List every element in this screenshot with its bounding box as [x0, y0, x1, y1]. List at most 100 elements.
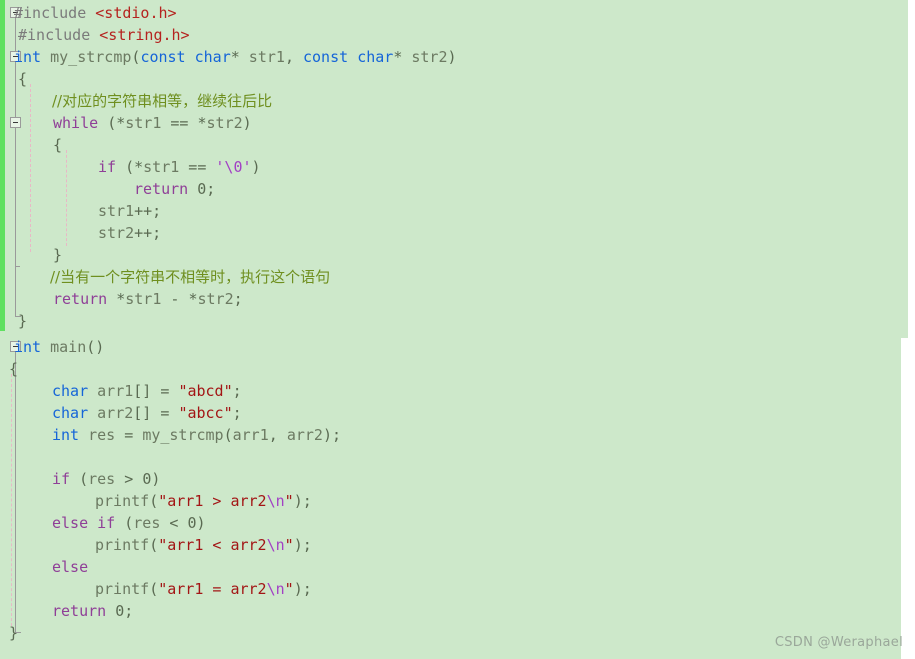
code-token: ;	[232, 404, 242, 422]
code-line[interactable]: }	[0, 244, 62, 266]
code-token: }	[53, 246, 63, 264]
code-line[interactable]: str1++;	[0, 200, 161, 222]
code-line[interactable]: int main()	[0, 336, 104, 358]
code-token: str1	[125, 114, 162, 132]
code-token: #include	[14, 4, 87, 22]
code-token: "	[284, 536, 294, 554]
code-token: printf	[95, 536, 150, 554]
code-token: [] =	[133, 382, 179, 400]
code-token: if	[97, 514, 116, 532]
code-token: )	[251, 158, 261, 176]
code-line[interactable]: return *str1 - *str2;	[0, 288, 243, 310]
code-token: [] =	[133, 404, 179, 422]
code-token: char	[357, 48, 394, 66]
code-token: int	[52, 426, 80, 444]
code-token: )	[242, 114, 252, 132]
code-line[interactable]: while (*str1 == *str2)	[0, 112, 252, 134]
code-token: str1	[143, 158, 180, 176]
code-token: char	[194, 48, 231, 66]
code-token: else	[52, 514, 89, 532]
code-token: (	[124, 514, 134, 532]
code-token: }	[18, 312, 28, 330]
code-token: ,	[284, 48, 303, 66]
code-token: if	[52, 470, 71, 488]
code-token: while	[53, 114, 99, 132]
code-token: )	[151, 470, 161, 488]
code-line[interactable]: printf("arr1 > arr2\n");	[0, 490, 312, 512]
code-token: ++;	[134, 202, 162, 220]
code-line[interactable]: #include <stdio.h>	[0, 2, 177, 24]
code-token: (	[149, 536, 159, 554]
code-token: {	[18, 70, 28, 88]
code-token: str2	[402, 48, 448, 66]
code-line[interactable]: #include <string.h>	[0, 24, 190, 46]
code-token: ;	[233, 290, 243, 308]
code-token: \n	[266, 536, 285, 554]
code-token: *	[393, 48, 403, 66]
code-line[interactable]: {	[0, 68, 27, 90]
code-token: str2	[197, 290, 234, 308]
code-line[interactable]	[0, 446, 52, 468]
code-token: my_strcmp	[41, 48, 132, 66]
code-token: );	[293, 536, 312, 554]
code-line[interactable]: if (*str1 == '\0')	[0, 156, 261, 178]
code-line[interactable]: char arr2[] = "abcc";	[0, 402, 242, 424]
code-line[interactable]: printf("arr1 = arr2\n");	[0, 578, 312, 600]
code-token: int	[14, 338, 42, 356]
code-token: "arr1 = arr2	[158, 580, 267, 598]
code-token: printf	[95, 580, 150, 598]
code-line[interactable]: int res = my_strcmp(arr1, arr2);	[0, 424, 341, 446]
code-token: "arr1 < arr2	[158, 536, 267, 554]
code-token: arr1	[88, 382, 134, 400]
code-line[interactable]: int my_strcmp(const char* str1, const ch…	[0, 46, 457, 68]
code-token: (	[79, 470, 89, 488]
code-token: "arr1 > arr2	[158, 492, 267, 510]
code-token: //当有一个字符串不相等时，执行这个语句	[50, 268, 331, 286]
code-line[interactable]: {	[0, 134, 62, 156]
code-token: <stdio.h>	[95, 4, 177, 22]
code-token: ++;	[134, 224, 162, 242]
code-line[interactable]: //当有一个字符串不相等时，执行这个语句	[0, 266, 330, 288]
code-line[interactable]: return 0;	[0, 178, 215, 200]
code-token: (	[149, 580, 159, 598]
code-token: <string.h>	[99, 26, 190, 44]
code-token: "abcd"	[178, 382, 233, 400]
code-line[interactable]: return 0;	[0, 600, 133, 622]
code-line[interactable]: }	[0, 622, 18, 644]
code-line[interactable]: {	[0, 358, 18, 380]
code-line[interactable]: else	[0, 556, 88, 578]
code-token: "abcc"	[178, 404, 233, 422]
code-token: arr1	[232, 426, 269, 444]
code-line[interactable]: printf("arr1 < arr2\n");	[0, 534, 312, 556]
code-token: arr2	[88, 404, 134, 422]
code-line[interactable]: char arr1[] = "abcd";	[0, 380, 242, 402]
code-token: \n	[266, 492, 285, 510]
code-token: *	[188, 290, 198, 308]
code-token: ;	[124, 602, 134, 620]
code-token: 0	[187, 514, 197, 532]
code-token: str1	[98, 202, 135, 220]
code-line[interactable]: //对应的字符串相等，继续往后比	[0, 90, 272, 112]
code-line[interactable]: else if (res < 0)	[0, 512, 206, 534]
code-token: ==	[179, 158, 216, 176]
code-token: >	[115, 470, 143, 488]
code-token: ;	[232, 382, 242, 400]
code-token: *	[134, 158, 144, 176]
code-token: );	[293, 580, 312, 598]
code-token: ==	[161, 114, 198, 132]
code-editor[interactable]: #include <stdio.h> #include <string.h> int…	[0, 0, 915, 659]
code-token: main	[41, 338, 87, 356]
code-line[interactable]: if (res > 0)	[0, 468, 160, 490]
code-token: str2	[206, 114, 243, 132]
code-line[interactable]: str2++;	[0, 222, 161, 244]
code-line[interactable]: }	[0, 310, 27, 332]
code-token: return	[52, 602, 107, 620]
